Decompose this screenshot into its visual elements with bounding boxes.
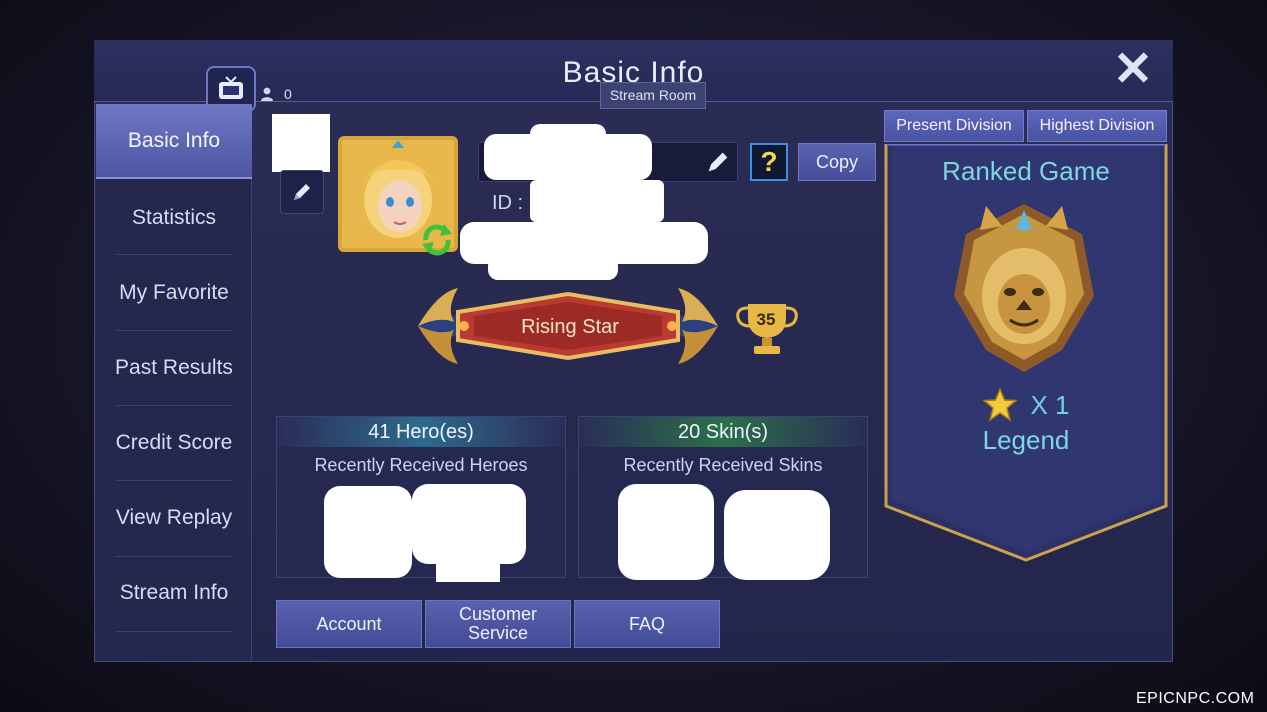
sidebar: Basic Info Statistics My Favorite Past R… xyxy=(96,104,252,660)
tab-present-division[interactable]: Present Division xyxy=(884,110,1024,142)
redacted-name xyxy=(530,124,606,144)
pencil-icon xyxy=(294,184,310,200)
person-icon xyxy=(261,87,273,101)
skin-count: 20 Skin(s) xyxy=(579,417,867,447)
redacted-hero xyxy=(436,560,500,582)
sidebar-item-label: View Replay xyxy=(115,505,233,529)
help-button[interactable]: ? xyxy=(750,143,788,181)
sidebar-item-statistics[interactable]: Statistics xyxy=(96,180,252,255)
redacted-id xyxy=(530,180,664,222)
sidebar-item-past-results[interactable]: Past Results xyxy=(96,330,252,405)
close-icon[interactable]: ✕ xyxy=(1110,46,1156,94)
sidebar-divider xyxy=(116,631,232,632)
stream-room-tooltip: Stream Room xyxy=(600,82,706,109)
tab-highest-division[interactable]: Highest Division xyxy=(1027,110,1167,142)
copy-id-button[interactable]: Copy xyxy=(798,143,876,181)
faq-button[interactable]: FAQ xyxy=(574,600,720,648)
ranked-game-title: Ranked Game xyxy=(942,156,1110,186)
watermark: EPICNPC.COM xyxy=(1136,690,1255,707)
hero-count: 41 Hero(es) xyxy=(277,417,565,447)
redacted-skin xyxy=(618,484,714,580)
viewer-count: 0 xyxy=(260,86,292,102)
sidebar-item-label: My Favorite xyxy=(119,280,229,304)
redacted-hero xyxy=(324,486,412,578)
rank-title: Rising Star xyxy=(521,316,619,338)
redacted-flag xyxy=(272,114,330,172)
edit-name-icon[interactable] xyxy=(704,148,732,176)
viewer-count-value: 0 xyxy=(284,86,292,102)
star-icon xyxy=(982,388,1019,422)
sidebar-item-label: Statistics xyxy=(131,205,217,229)
edit-avatar-button[interactable] xyxy=(280,170,324,214)
sidebar-item-view-replay[interactable]: View Replay xyxy=(96,480,252,555)
legend-rank-emblem-icon xyxy=(954,204,1094,372)
sidebar-item-basic-info[interactable]: Basic Info xyxy=(96,104,252,179)
account-button[interactable]: Account xyxy=(276,600,422,648)
star-count-value: X 1 xyxy=(1030,389,1070,420)
sidebar-item-my-favorite[interactable]: My Favorite xyxy=(96,255,252,330)
sidebar-item-stream-info[interactable]: Stream Info xyxy=(96,555,252,630)
refresh-icon[interactable] xyxy=(418,222,456,256)
tv-icon xyxy=(219,76,243,99)
sidebar-item-label: Past Results xyxy=(115,355,233,379)
sidebar-item-label: Credit Score xyxy=(115,430,233,454)
sidebar-item-label: Basic Info xyxy=(127,128,221,152)
redacted-skin xyxy=(724,490,830,580)
star-count: X 1 xyxy=(884,388,1168,422)
redacted-hero xyxy=(412,484,526,564)
customer-service-button[interactable]: Customer Service xyxy=(425,600,571,648)
recent-skins-label: Recently Received Skins xyxy=(623,455,823,475)
redacted-info xyxy=(488,256,618,280)
rank-name: Legend xyxy=(982,425,1070,455)
recent-heroes-label: Recently Received Heroes xyxy=(314,455,528,475)
player-id-label: ID : xyxy=(492,192,524,214)
sidebar-item-credit-score[interactable]: Credit Score xyxy=(96,405,252,480)
sidebar-item-label: Stream Info xyxy=(119,580,229,604)
trophy-count: 35 xyxy=(756,310,776,329)
